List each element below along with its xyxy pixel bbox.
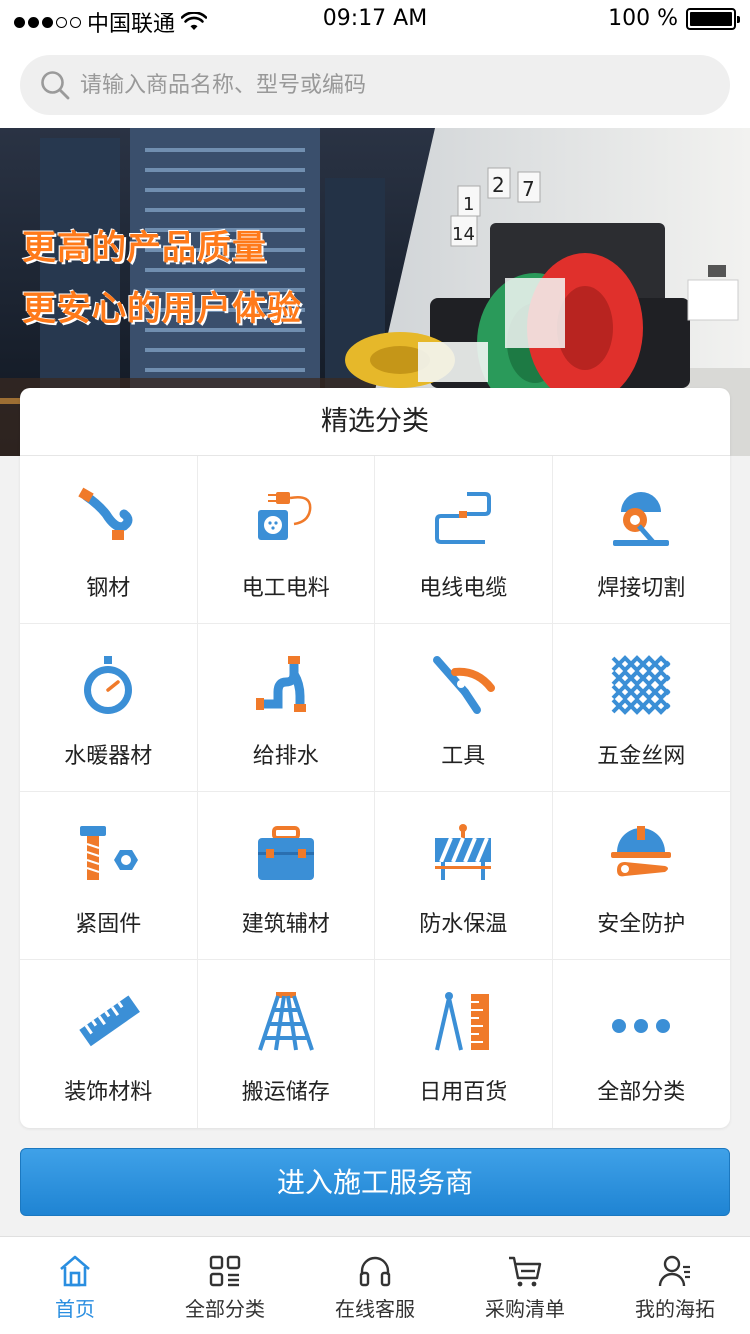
ruler-icon — [79, 995, 141, 1047]
banner-slogan-2: 更安心的用户体验 — [22, 289, 302, 329]
more-dots-icon — [612, 1019, 671, 1033]
category-label: 安全防护 — [597, 912, 686, 937]
featured-categories-card: 精选分类 钢材 电工电料 电线电缆 焊接切割 水暖器材 给排水 工具 五金丝网 … — [20, 388, 730, 1128]
tab-my-account[interactable]: 我的海拓 — [600, 1237, 750, 1334]
category-decoration[interactable]: 装饰材料 — [20, 960, 198, 1128]
category-label: 防水保温 — [419, 912, 508, 937]
category-label: 钢材 — [86, 576, 131, 601]
tab-label: 全部分类 — [185, 1297, 265, 1321]
steel-pipe-icon — [78, 487, 133, 540]
calendar-card-14: 14 — [452, 224, 475, 245]
status-bar: 中国联通 09:17 AM 100 % — [0, 0, 750, 40]
bolt-nut-icon — [80, 826, 139, 880]
socket-plug-icon — [257, 492, 312, 540]
category-storage[interactable]: 搬运储存 — [198, 960, 375, 1128]
tab-purchase-list[interactable]: 采购清单 — [450, 1237, 600, 1334]
category-label: 建筑辅材 — [241, 912, 330, 937]
category-label: 搬运储存 — [241, 1080, 330, 1105]
tab-customer-service[interactable]: 在线客服 — [300, 1237, 450, 1334]
category-label: 紧固件 — [75, 912, 142, 937]
category-fasteners[interactable]: 紧固件 — [20, 792, 198, 960]
category-electrical[interactable]: 电工电料 — [197, 456, 375, 624]
category-grid: 钢材 电工电料 电线电缆 焊接切割 水暖器材 给排水 工具 五金丝网 紧固件 建… — [20, 456, 730, 1128]
wire-mesh-icon — [611, 655, 671, 715]
category-all[interactable]: 全部分类 — [553, 960, 731, 1128]
search-icon — [41, 71, 70, 100]
category-hardware-mesh[interactable]: 五金丝网 — [552, 624, 730, 792]
cutting-machine-icon — [613, 492, 670, 546]
category-grid-icon — [209, 1255, 241, 1287]
category-label: 工具 — [441, 744, 486, 769]
battery-status: 100 % — [608, 6, 740, 31]
category-label: 电工电料 — [241, 576, 330, 601]
bottom-tab-bar: 首页 全部分类 在线客服 采购清单 我的海拓 — [0, 1236, 750, 1334]
category-tools[interactable]: 工具 — [375, 624, 553, 792]
category-cable[interactable]: 电线电缆 — [375, 456, 553, 624]
battery-percent: 100 % — [608, 6, 678, 31]
cart-icon — [509, 1256, 542, 1287]
tab-label: 首页 — [55, 1297, 95, 1321]
tab-label: 在线客服 — [335, 1297, 415, 1321]
category-welding[interactable]: 焊接切割 — [552, 456, 730, 624]
home-icon — [60, 1255, 90, 1287]
cable-icon — [435, 492, 492, 544]
battery-icon — [686, 7, 740, 30]
calendar-card-2: 2 — [492, 173, 505, 197]
tab-all-categories[interactable]: 全部分类 — [150, 1237, 300, 1334]
search-bar-container — [0, 40, 750, 128]
user-icon — [658, 1255, 690, 1287]
banner-slogan-1: 更高的产品质量 — [22, 228, 267, 268]
tab-home[interactable]: 首页 — [0, 1237, 150, 1334]
search-input[interactable] — [80, 72, 680, 98]
category-daily-goods[interactable]: 日用百货 — [375, 960, 553, 1128]
category-steel[interactable]: 钢材 — [20, 456, 198, 624]
tab-label: 采购清单 — [485, 1297, 565, 1321]
category-safety[interactable]: 安全防护 — [552, 792, 730, 960]
category-building-aux[interactable]: 建筑辅材 — [197, 792, 375, 960]
section-title: 精选分类 — [20, 388, 730, 456]
drain-pipe-icon — [255, 656, 306, 712]
ladder-icon — [257, 992, 314, 1051]
barrier-icon — [435, 824, 492, 880]
category-label: 五金丝网 — [597, 744, 686, 769]
category-label: 水暖器材 — [64, 744, 153, 769]
headset-icon — [359, 1256, 391, 1287]
calendar-card-7: 7 — [522, 177, 535, 201]
pressure-gauge-icon — [84, 656, 133, 714]
pliers-icon — [433, 656, 496, 714]
category-label: 全部分类 — [597, 1080, 686, 1105]
category-water-drain[interactable]: 给排水 — [197, 624, 375, 792]
toolbox-icon — [257, 826, 314, 880]
enter-service-provider-button[interactable]: 进入施工服务商 — [20, 1148, 730, 1216]
category-waterproof[interactable]: 防水保温 — [375, 792, 553, 960]
calendar-card-1: 1 — [463, 194, 474, 215]
category-label: 给排水 — [252, 744, 319, 769]
tab-label: 我的海拓 — [635, 1297, 715, 1321]
search-box[interactable] — [20, 55, 730, 115]
category-label: 装饰材料 — [64, 1080, 153, 1105]
compass-ruler-icon — [435, 992, 490, 1051]
category-plumbing[interactable]: 水暖器材 — [20, 624, 198, 792]
category-label: 电线电缆 — [419, 576, 508, 601]
category-label: 日用百货 — [419, 1080, 508, 1105]
category-label: 焊接切割 — [597, 576, 686, 601]
helmet-wrench-icon — [611, 826, 672, 877]
